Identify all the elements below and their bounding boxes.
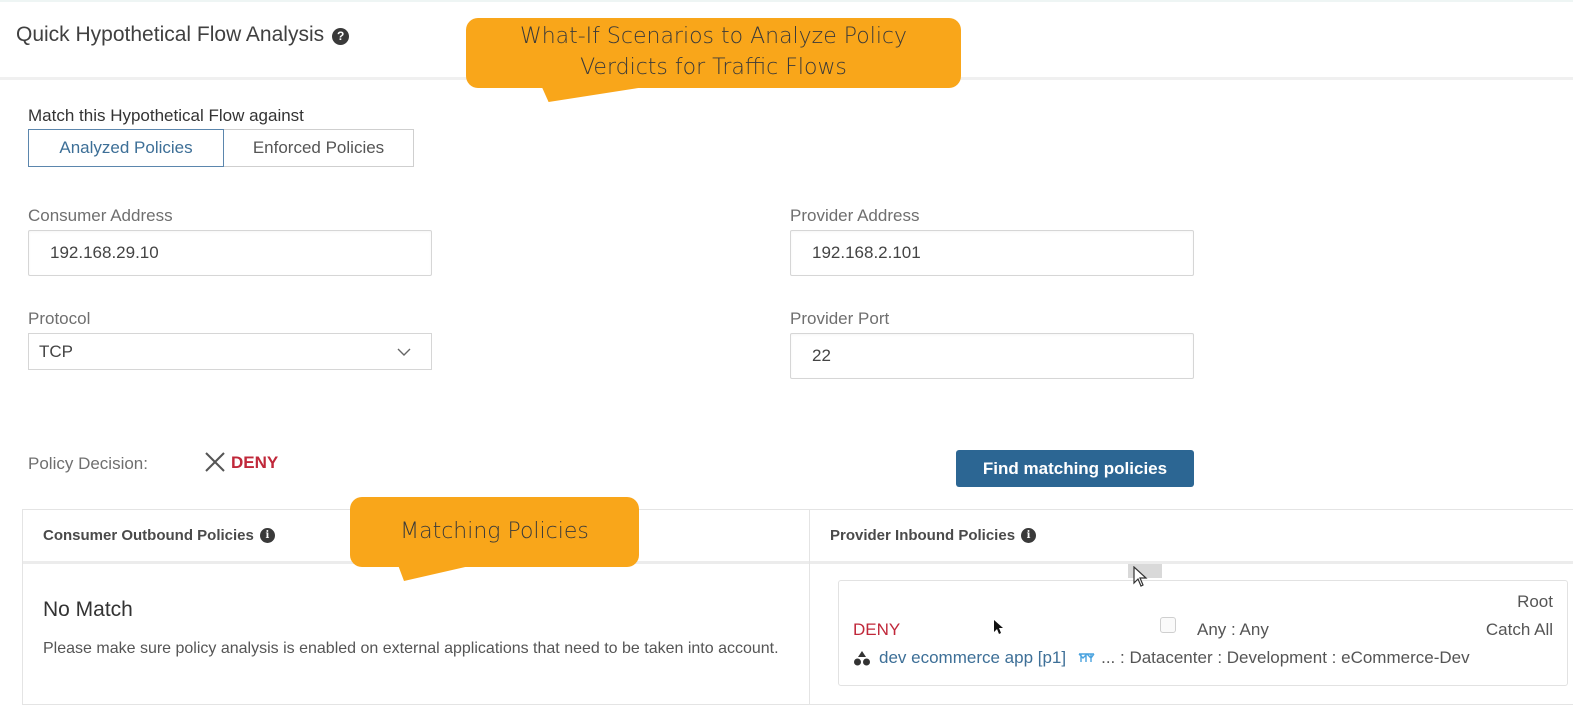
provider-address-field[interactable] (790, 230, 1194, 276)
scope-icon (1078, 653, 1095, 662)
enforced-policies-button[interactable]: Enforced Policies (224, 129, 414, 167)
bottom-callout-tail (398, 565, 474, 581)
provider-port-field[interactable] (790, 333, 1194, 379)
consumer-address-field[interactable] (28, 230, 432, 276)
provider-inbound-title: Provider Inbound Policies (830, 527, 1016, 544)
match-against-label: Match this Hypothetical Flow against (28, 106, 304, 125)
consumer-address-label: Consumer Address (28, 206, 173, 225)
find-matching-policies-button[interactable]: Find matching policies (956, 450, 1194, 487)
mouse-pointer-icon (994, 620, 1003, 634)
policy-ports: Any : Any (1197, 620, 1269, 639)
info-icon[interactable]: i (1021, 528, 1037, 543)
chevron-down-icon (397, 348, 411, 356)
page-title: Quick Hypothetical Flow Analysis ? (16, 23, 350, 47)
policy-app-row: dev ecommerce app [p1] ... : Datacenter … (853, 648, 1470, 668)
provider-port-input[interactable] (812, 346, 1193, 366)
no-match-title: No Match (43, 598, 133, 621)
protocol-value: TCP (39, 341, 73, 361)
top-callout: What-If Scenarios to Analyze Policy Verd… (466, 18, 961, 88)
top-callout-line1: What-If Scenarios to Analyze Policy (519, 24, 908, 49)
policy-action: DENY (853, 620, 901, 639)
provider-inbound-header: Provider Inbound Policies i (810, 510, 1573, 564)
consumer-outbound-title: Consumer Outbound Policies (43, 527, 254, 544)
match-against-toggle: Analyzed Policies Enforced Policies (28, 129, 414, 167)
application-icon (854, 651, 870, 666)
analyzed-policies-button[interactable]: Analyzed Policies (28, 129, 224, 167)
provider-address-label: Provider Address (790, 206, 920, 225)
bottom-callout: Matching Policies (350, 497, 639, 567)
protocol-select[interactable]: TCP (28, 333, 432, 370)
protocol-label: Protocol (28, 309, 91, 328)
scope-path: ... : Datacenter : Development : eCommer… (1101, 648, 1470, 667)
top-callout-line2: Verdicts for Traffic Flows (580, 55, 847, 80)
no-match-message: Please make sure policy analysis is enab… (43, 640, 779, 657)
policy-decision-value: DENY (231, 453, 279, 472)
question-circle-icon[interactable]: ? (332, 27, 350, 45)
policy-checkbox[interactable] (1160, 617, 1176, 633)
policy-rule-name: Catch All (1485, 620, 1553, 639)
page-title-text: Quick Hypothetical Flow Analysis (16, 23, 325, 46)
provider-address-input[interactable] (812, 243, 1193, 263)
application-link[interactable]: dev ecommerce app [p1] (879, 648, 1066, 668)
policy-row[interactable]: DENY Any : Any Root Catch All dev ecomme… (838, 580, 1568, 686)
top-callout-tail (538, 86, 652, 102)
x-icon (205, 452, 225, 472)
provider-port-label: Provider Port (790, 309, 890, 328)
mouse-cursor-icon (1133, 566, 1148, 587)
policy-scope: Root (1517, 592, 1553, 611)
consumer-address-input[interactable] (50, 243, 431, 263)
policy-decision-label: Policy Decision: (28, 454, 148, 473)
info-icon[interactable]: i (259, 528, 275, 543)
